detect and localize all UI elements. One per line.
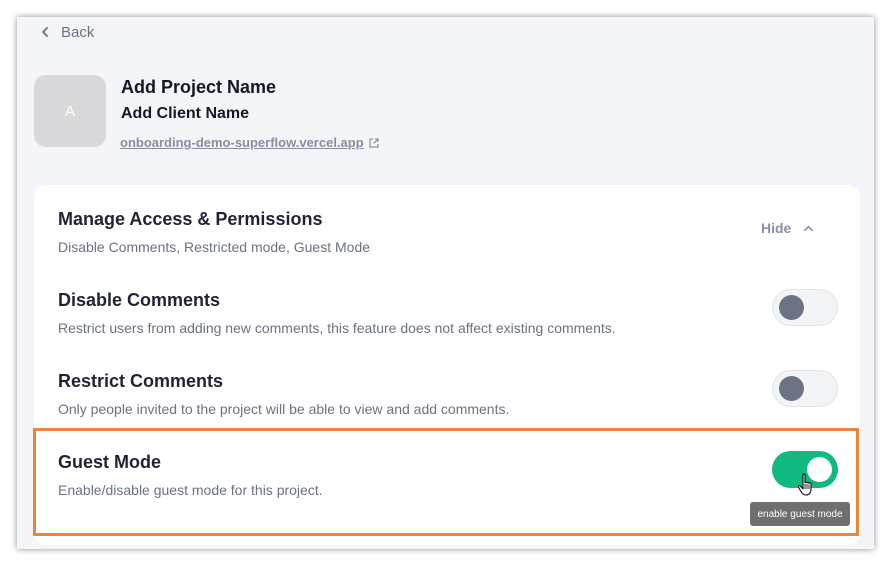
restrict-comments-title: Restrict Comments xyxy=(58,371,224,391)
hide-button[interactable]: Hide xyxy=(761,220,814,236)
restrict-comments-description: Only people invited to the project will … xyxy=(58,401,510,417)
back-label: Back xyxy=(61,23,95,41)
settings-window: Back A Add Project Name Add Client Name … xyxy=(17,17,874,549)
project-url-text: onboarding-demo-superflow.vercel.app xyxy=(120,135,364,150)
client-name[interactable]: Add Client Name xyxy=(121,105,249,123)
permissions-title: Manage Access & Permissions xyxy=(58,209,323,229)
toggle-knob xyxy=(779,376,804,401)
permissions-card: Manage Access & Permissions Disable Comm… xyxy=(34,185,860,545)
avatar-initial: A xyxy=(64,102,75,120)
disable-comments-toggle[interactable] xyxy=(772,289,838,326)
disable-comments-title: Disable Comments xyxy=(58,290,221,310)
back-link[interactable]: Back xyxy=(39,22,94,42)
chevron-left-icon xyxy=(42,27,48,37)
project-avatar[interactable]: A xyxy=(34,75,106,147)
guest-mode-description: Enable/disable guest mode for this proje… xyxy=(58,482,323,498)
disable-comments-description: Restrict users from adding new comments,… xyxy=(58,320,616,336)
external-link-icon xyxy=(369,137,379,148)
hand-cursor-icon xyxy=(797,473,812,496)
restrict-comments-toggle[interactable] xyxy=(772,370,838,407)
project-name[interactable]: Add Project Name xyxy=(121,77,276,98)
hide-label: Hide xyxy=(761,220,792,236)
guest-mode-tooltip: enable guest mode xyxy=(750,502,850,526)
guest-mode-title: Guest Mode xyxy=(58,452,162,472)
permissions-summary: Disable Comments, Restricted mode, Guest… xyxy=(58,239,371,255)
toggle-knob xyxy=(779,295,804,320)
tooltip-text: enable guest mode xyxy=(757,508,843,520)
project-url-link[interactable]: onboarding-demo-superflow.vercel.app xyxy=(120,135,380,150)
chevron-up-icon xyxy=(804,225,814,231)
